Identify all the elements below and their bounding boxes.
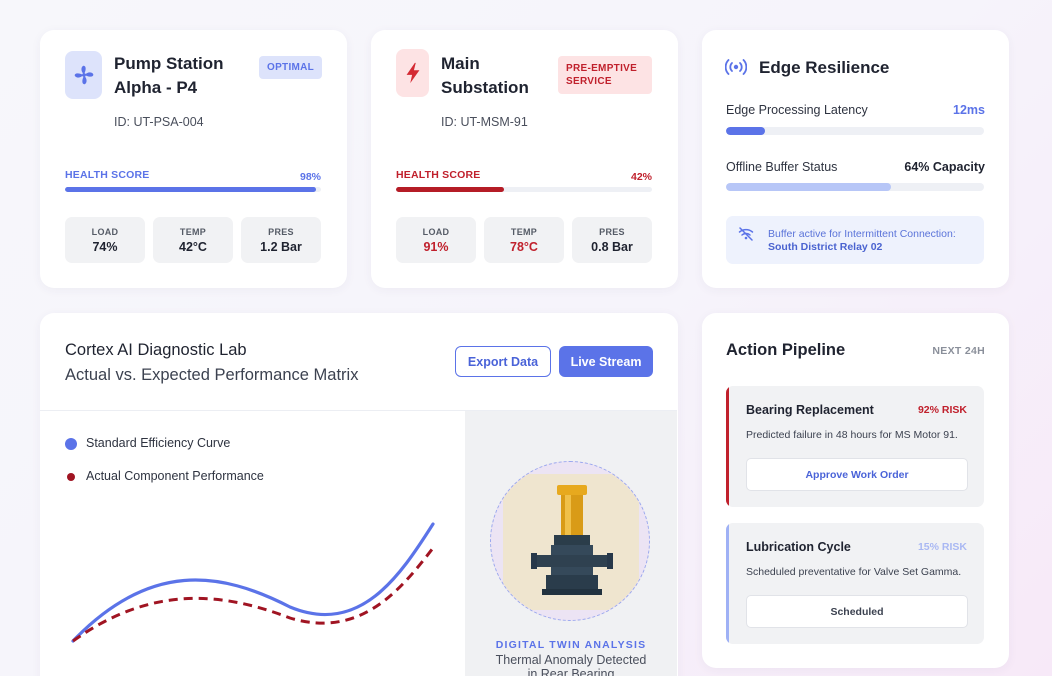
metric-load: LOAD 91%	[396, 217, 476, 263]
metric-temp: TEMP 42°C	[153, 217, 233, 263]
asset-card-pump-station[interactable]: Pump Station Alpha - P4 OPTIMAL ID: UT-P…	[40, 30, 347, 288]
metric-label: PRES	[268, 227, 294, 237]
standard-efficiency-line	[71, 522, 435, 643]
task-description: Scheduled preventative for Valve Set Gam…	[746, 566, 962, 578]
valve-illustration	[503, 474, 639, 610]
health-score-fill	[65, 187, 316, 192]
metric-load: LOAD 74%	[65, 217, 145, 263]
task-risk: 92% RISK	[917, 404, 967, 416]
task-lubrication-cycle[interactable]: Lubrication Cycle 15% RISK Scheduled pre…	[726, 523, 984, 644]
status-badge-line1: PRE-EMPTIVE	[566, 63, 638, 74]
asset-name: Main Substation	[441, 52, 571, 100]
health-score-value: 42%	[630, 171, 652, 183]
task-accent-bar	[726, 386, 729, 507]
twin-desc-line1: Thermal Anomaly Detected	[495, 653, 647, 667]
lightning-icon	[396, 49, 429, 97]
digital-twin-panel: DIGITAL TWIN ANALYSIS Thermal Anomaly De…	[465, 411, 677, 676]
task-description: Predicted failure in 48 hours for MS Mot…	[746, 429, 958, 441]
status-badge-line2: SERVICE	[566, 76, 612, 87]
lab-title: Cortex AI Diagnostic Lab	[65, 341, 247, 359]
asset-card-main-substation[interactable]: Main Substation PRE-EMPTIVE SERVICE ID: …	[371, 30, 678, 288]
latency-value: 12ms	[953, 103, 985, 117]
asset-name: Pump Station Alpha - P4	[114, 52, 244, 100]
metric-value: 74%	[92, 240, 118, 254]
metric-pres: PRES 0.8 Bar	[572, 217, 652, 263]
metric-value: 42°C	[179, 240, 207, 254]
diagnostic-lab-card: Cortex AI Diagnostic Lab Actual vs. Expe…	[40, 313, 678, 676]
asset-name-line1: Main	[441, 54, 480, 73]
health-score-bar	[396, 187, 652, 192]
wifi-off-icon	[738, 227, 754, 246]
fan-icon	[65, 51, 102, 99]
latency-label: Edge Processing Latency	[726, 103, 868, 117]
buffer-notice-relay: South District Relay 02	[768, 241, 883, 253]
pipeline-window: NEXT 24H	[932, 345, 985, 357]
metric-label: TEMP	[179, 227, 207, 237]
status-badge: PRE-EMPTIVE SERVICE	[558, 56, 652, 94]
metric-label: TEMP	[510, 227, 538, 237]
latency-fill	[726, 127, 765, 135]
buffer-bar	[726, 183, 984, 191]
digital-twin-label: DIGITAL TWIN ANALYSIS	[495, 639, 647, 651]
metric-pres: PRES 1.2 Bar	[241, 217, 321, 263]
edge-resilience-card: Edge Resilience Edge Processing Latency …	[702, 30, 1009, 288]
export-data-button[interactable]: Export Data	[455, 346, 551, 377]
health-score-label: HEALTH SCORE	[396, 169, 481, 181]
task-title: Lubrication Cycle	[746, 540, 851, 554]
metric-label: PRES	[599, 227, 625, 237]
performance-curves	[71, 522, 435, 643]
card-title: Edge Resilience	[759, 58, 890, 77]
broadcast-icon	[724, 58, 748, 81]
metric-temp: TEMP 78°C	[484, 217, 564, 263]
twin-desc-line2: in Rear Bearing	[527, 667, 615, 676]
metric-value: 0.8 Bar	[591, 240, 633, 254]
metric-value: 78°C	[510, 240, 538, 254]
task-risk: 15% RISK	[917, 541, 967, 553]
health-score-label: HEALTH SCORE	[65, 169, 150, 181]
digital-twin-description: Thermal Anomaly Detected in Rear Bearing	[465, 653, 677, 676]
buffer-notice: Buffer active for Intermittent Connectio…	[726, 216, 984, 264]
latency-bar	[726, 127, 984, 135]
pipeline-title: Action Pipeline	[726, 341, 846, 359]
asset-name-line2: Alpha - P4	[114, 78, 198, 97]
metric-value: 91%	[423, 240, 449, 254]
metric-value: 1.2 Bar	[260, 240, 302, 254]
buffer-notice-text: Buffer active for Intermittent Connectio…	[768, 228, 956, 254]
lab-subtitle: Actual vs. Expected Performance Matrix	[65, 366, 359, 384]
scheduled-button[interactable]: Scheduled	[746, 595, 968, 628]
live-stream-button[interactable]: Live Stream	[559, 346, 653, 377]
metric-label: LOAD	[91, 227, 119, 237]
metric-label: LOAD	[422, 227, 450, 237]
buffer-fill	[726, 183, 892, 191]
status-badge: OPTIMAL	[259, 56, 323, 79]
buffer-notice-line1: Buffer active for Intermittent Connectio…	[768, 228, 956, 240]
buffer-label: Offline Buffer Status	[726, 160, 838, 174]
health-score-value: 98%	[299, 171, 321, 183]
buffer-value: 64% Capacity	[904, 160, 985, 174]
action-pipeline-card: Action Pipeline NEXT 24H Bearing Replace…	[702, 313, 1009, 668]
health-score-bar	[65, 187, 321, 192]
task-accent-bar	[726, 523, 729, 644]
asset-id: ID: UT-PSA-004	[114, 115, 204, 129]
approve-work-order-button[interactable]: Approve Work Order	[746, 458, 968, 491]
asset-name-line1: Pump Station	[114, 54, 224, 73]
task-title: Bearing Replacement	[746, 403, 874, 417]
digital-twin-image	[490, 461, 650, 621]
task-bearing-replacement[interactable]: Bearing Replacement 92% RISK Predicted f…	[726, 386, 984, 507]
asset-id: ID: UT-MSM-91	[441, 115, 528, 129]
asset-name-line2: Substation	[441, 78, 529, 97]
health-score-fill	[396, 187, 504, 192]
